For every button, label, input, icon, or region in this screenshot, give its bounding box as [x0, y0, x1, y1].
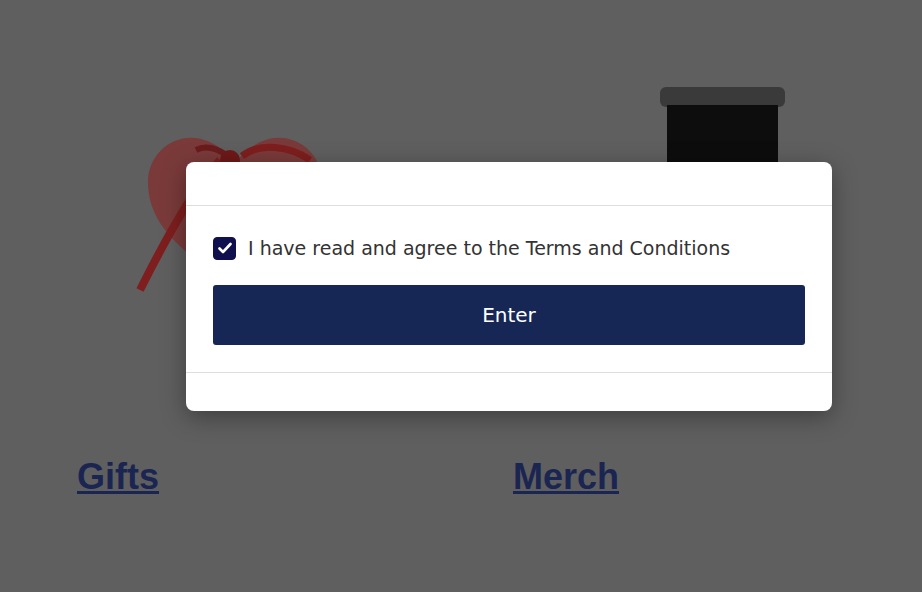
check-icon	[218, 242, 232, 254]
agree-label[interactable]: I have read and agree to the Terms and C…	[248, 236, 730, 261]
agree-row: I have read and agree to the Terms and C…	[213, 236, 805, 261]
category-link[interactable]: Merch	[513, 455, 619, 499]
modal-body: I have read and agree to the Terms and C…	[186, 206, 832, 372]
enter-button[interactable]: Enter	[213, 285, 805, 345]
modal-header	[186, 162, 832, 206]
category-link[interactable]: Gifts	[77, 455, 159, 499]
agree-checkbox[interactable]	[213, 237, 236, 260]
terms-modal: I have read and agree to the Terms and C…	[186, 162, 832, 411]
modal-footer	[186, 372, 832, 411]
